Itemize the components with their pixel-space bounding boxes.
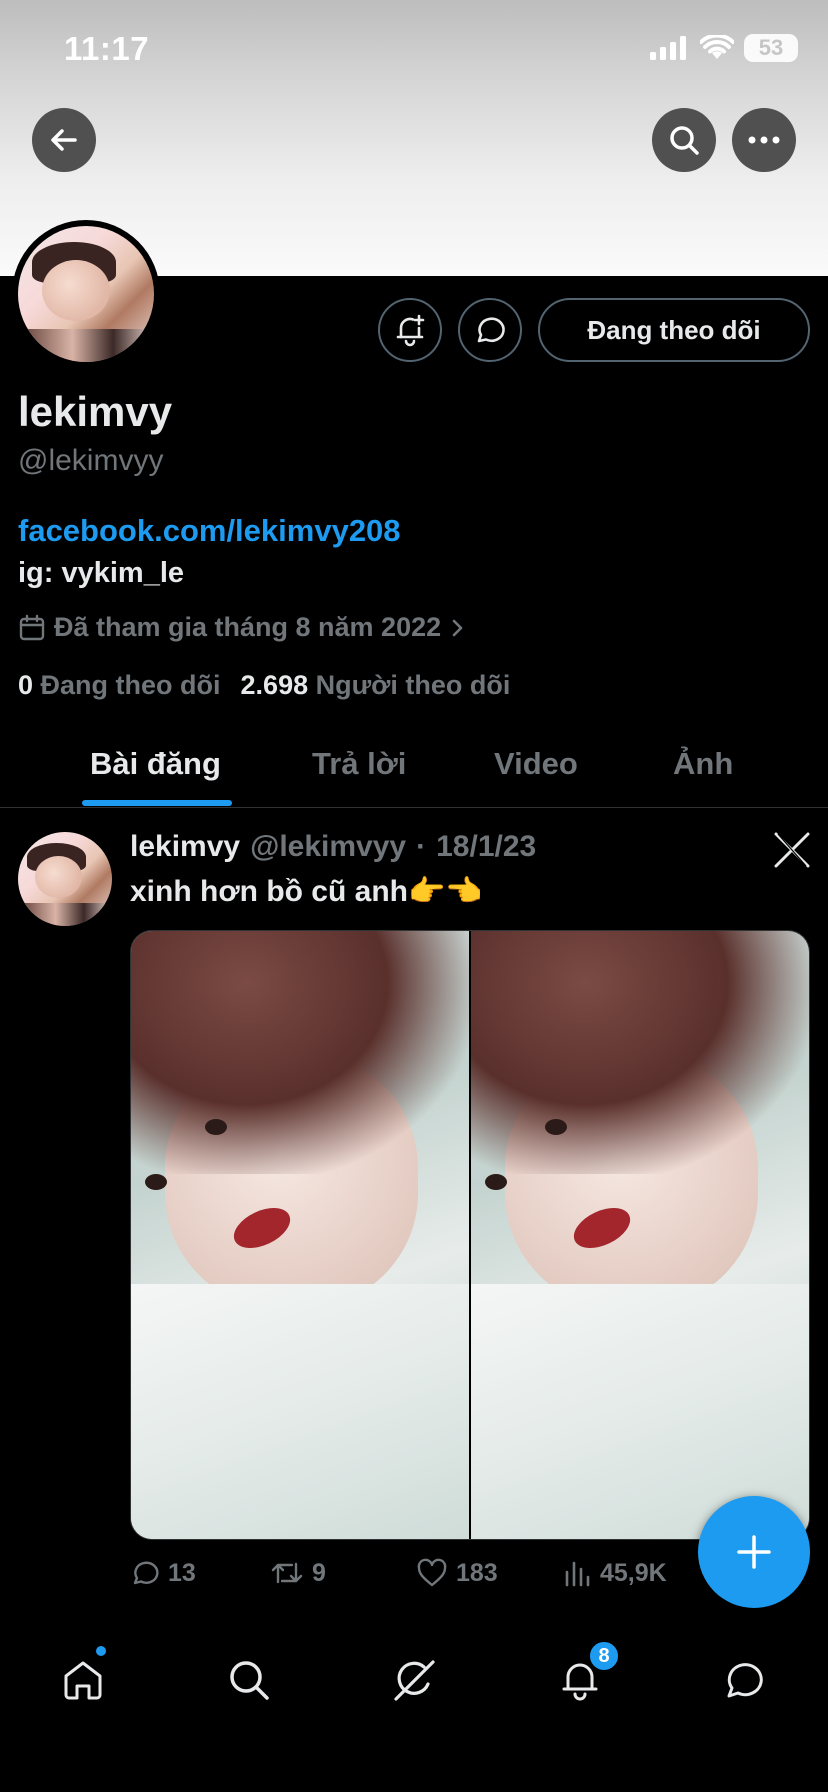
tab-replies[interactable]: Trả lời [312, 746, 406, 782]
search-icon [230, 1661, 269, 1700]
following-count: 0 [18, 670, 34, 700]
active-tab-indicator [82, 800, 232, 806]
profile-avatar[interactable] [12, 220, 160, 368]
battery-icon: 53 [744, 34, 798, 62]
home-icon [64, 1661, 102, 1700]
bio-text: ig: vykim_le [18, 557, 185, 589]
joined-text: Đã tham gia tháng 8 năm 2022 [54, 612, 442, 642]
notifications-badge: 8 [588, 1640, 620, 1672]
tab-posts[interactable]: Bài đăng [90, 746, 221, 782]
post-media[interactable] [130, 930, 810, 1540]
nav-search[interactable] [219, 1650, 279, 1710]
arrow-left-icon [51, 129, 77, 151]
bio-link[interactable]: facebook.com/lekimvy208 [18, 513, 401, 549]
repost-count: 9 [312, 1558, 326, 1587]
ellipsis-icon [748, 136, 780, 144]
following-stat[interactable]: 0 Đang theo dõi [18, 670, 221, 701]
following-button[interactable]: Đang theo dõi [538, 298, 810, 362]
heart-icon [417, 1558, 447, 1587]
like-action[interactable]: 183 [416, 1558, 498, 1588]
reply-count: 13 [168, 1558, 196, 1587]
followers-stat[interactable]: 2.698 Người theo dõi [241, 670, 511, 701]
status-time: 11:17 [64, 30, 150, 67]
search-icon [670, 126, 699, 155]
grok-icon [394, 1660, 435, 1701]
profile-display-name: lekimvy [18, 388, 173, 435]
followers-label: Người theo dõi [315, 670, 511, 700]
post-author-handle: @lekimvyy [250, 830, 407, 863]
message-icon [727, 1663, 763, 1698]
tab-video[interactable]: Video [494, 746, 578, 782]
post-item[interactable]: lekimvy @lekimvyy · 18/1/23 xinh hơn bồ … [0, 810, 828, 1600]
nav-grok[interactable] [384, 1650, 444, 1710]
calendar-icon [19, 614, 45, 640]
message-button[interactable] [458, 298, 522, 362]
avatar-image [18, 226, 154, 362]
post-date: 18/1/23 [436, 830, 537, 863]
repost-icon [271, 1562, 303, 1584]
reply-action[interactable]: 13 [130, 1558, 196, 1588]
profile-handle: @lekimvyy [18, 444, 164, 477]
nav-messages[interactable] [715, 1650, 775, 1710]
bell-plus-icon [396, 314, 425, 347]
more-options-button[interactable] [732, 108, 796, 172]
tab-photos[interactable]: Ảnh [673, 746, 733, 782]
home-unread-dot [96, 1646, 106, 1656]
post-photo-2[interactable] [471, 931, 809, 1539]
post-header: lekimvy @lekimvyy · 18/1/23 [130, 830, 536, 864]
post-author-name[interactable]: lekimvy [130, 830, 240, 864]
compose-post-button[interactable] [698, 1496, 810, 1608]
wifi-icon [700, 35, 734, 59]
bottom-navigation: 8 [0, 1630, 828, 1792]
signal-icon [650, 36, 686, 60]
back-button[interactable] [32, 108, 96, 172]
status-bar: 11:17 53 [0, 0, 828, 100]
like-count: 183 [456, 1558, 498, 1587]
nav-home[interactable] [53, 1650, 113, 1710]
chevron-right-icon [452, 619, 463, 636]
reply-icon [133, 1561, 159, 1585]
followers-count: 2.698 [240, 670, 309, 700]
post-avatar[interactable] [18, 832, 112, 926]
search-button[interactable] [652, 108, 716, 172]
joined-date[interactable]: Đã tham gia tháng 8 năm 2022 [18, 612, 467, 643]
views-chart-icon [565, 1561, 590, 1587]
follow-stats: 0 Đang theo dõi 2.698 Người theo dõi [18, 670, 510, 701]
x-logo-icon [774, 832, 810, 868]
post-text: xinh hơn bồ cũ anh👉👈 [130, 875, 483, 908]
repost-action[interactable]: 9 [270, 1558, 326, 1588]
chat-bubble-icon [477, 317, 505, 343]
notify-button[interactable] [378, 298, 442, 362]
plus-icon [737, 1535, 771, 1569]
views-count: 45,9K [600, 1558, 667, 1587]
status-icons: 53 [650, 34, 798, 62]
views-action[interactable]: 45,9K [562, 1558, 667, 1588]
post-separator: · [416, 830, 427, 863]
following-label: Đang theo dõi [40, 670, 221, 700]
profile-tabs: Bài đăng Trả lời Video Ảnh [0, 726, 828, 808]
post-photo-1[interactable] [131, 931, 469, 1539]
